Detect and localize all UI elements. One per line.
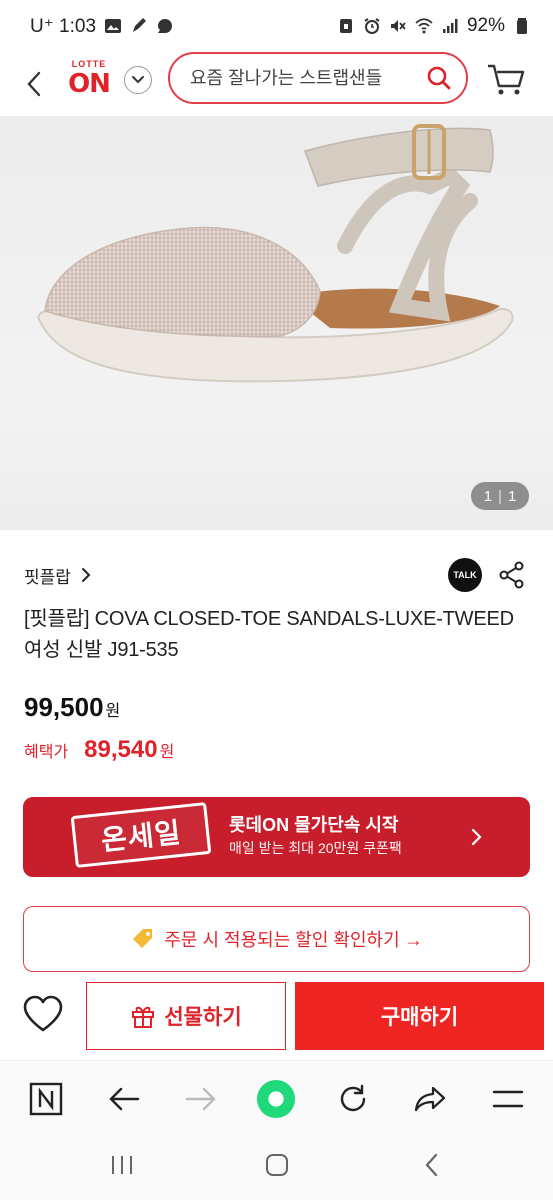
search-box[interactable] — [168, 52, 468, 104]
arrow-left-icon — [109, 1087, 140, 1111]
image-counter: 1 | 1 — [471, 482, 529, 510]
search-icon[interactable] — [426, 65, 452, 91]
chevron-left-icon — [27, 71, 41, 97]
wishlist-button[interactable] — [22, 994, 64, 1034]
recent-apps-button[interactable] — [102, 1150, 142, 1180]
product-image[interactable]: 1 | 1 — [0, 116, 553, 530]
browser-toolbar — [0, 1060, 553, 1134]
onsale-stamp: 온세일 — [70, 802, 212, 868]
share-icon — [499, 561, 524, 589]
image-counter-total: 1 — [507, 487, 517, 505]
reload-icon — [340, 1084, 366, 1112]
buy-button[interactable]: 구매하기 — [295, 982, 544, 1050]
talk-label: TALK — [453, 570, 477, 580]
heart-icon — [23, 995, 63, 1032]
chevron-down-icon — [132, 76, 144, 84]
mute-icon — [390, 20, 406, 32]
gift-icon — [132, 1006, 155, 1028]
gallery-icon — [105, 19, 122, 33]
mall-dropdown-button[interactable] — [124, 66, 152, 94]
discount-check-button[interactable]: 주문 시 적용되는 할인 확인하기 → — [23, 906, 530, 972]
system-back-icon — [425, 1153, 438, 1177]
price-tag-icon — [133, 929, 153, 948]
lock-icon — [339, 19, 352, 33]
cart-icon — [488, 64, 525, 95]
original-price: 99,500 — [24, 692, 104, 722]
promo-subtitle: 매일 받는 최대 20만원 쿠폰팩 — [229, 840, 402, 856]
home-button[interactable] — [257, 1150, 297, 1180]
home-icon — [266, 1154, 288, 1176]
reload-button[interactable] — [333, 1079, 373, 1119]
status-time: U⁺ 1:03 — [30, 15, 97, 37]
pen-icon — [133, 18, 147, 32]
chevron-right-icon — [81, 568, 91, 582]
image-counter-divider: | — [498, 487, 502, 505]
recent-apps-icon — [112, 1156, 132, 1174]
green-dot-icon — [256, 1079, 296, 1119]
discount-check-text: 주문 시 적용되는 할인 확인하기 → — [164, 930, 423, 950]
battery-icon — [517, 18, 527, 34]
browser-forward-button[interactable] — [181, 1079, 221, 1119]
browser-green-dot-button[interactable] — [256, 1079, 296, 1119]
promo-banner[interactable]: 온세일 롯데ON 물가단속 시작 매일 받는 최대 20만원 쿠폰팩 — [23, 797, 530, 877]
wifi-icon — [415, 18, 433, 34]
gift-label: 선물하기 — [164, 1006, 242, 1029]
cart-button[interactable] — [486, 62, 526, 98]
naver-n-icon — [29, 1082, 63, 1116]
share-button[interactable] — [498, 560, 526, 590]
forward-share-icon — [414, 1086, 446, 1112]
messenger-icon — [158, 19, 173, 33]
brand-row: 핏플랍 TALK — [24, 558, 529, 592]
back-button[interactable] — [18, 64, 50, 104]
benefit-label: 혜택가 — [24, 744, 69, 761]
alarm-icon — [364, 18, 380, 34]
system-back-button[interactable] — [412, 1150, 452, 1180]
system-nav-bar — [0, 1134, 553, 1200]
brand-link[interactable]: 핏플랍 — [24, 563, 91, 588]
sandal-image — [37, 124, 514, 383]
browser-share-button[interactable] — [410, 1079, 450, 1119]
logo-main-text: ON — [68, 69, 111, 99]
talk-button[interactable]: TALK — [448, 558, 482, 592]
status-bar: U⁺ 1:03 92% — [0, 0, 553, 52]
price-currency: 원 — [105, 703, 121, 720]
image-counter-current: 1 — [483, 487, 493, 505]
naver-home-button[interactable] — [26, 1079, 66, 1119]
arrow-right-icon — [185, 1087, 216, 1111]
benefit-price: 89,540 — [84, 736, 158, 763]
app-header: LOTTE ON — [0, 52, 553, 114]
hamburger-icon — [492, 1090, 524, 1108]
signal-icon — [442, 19, 458, 33]
brand-name: 핏플랍 — [24, 567, 71, 587]
benefit-price-row: 혜택가 89,540 원 — [24, 736, 174, 764]
promo-title: 롯데ON 물가단속 시작 — [229, 815, 399, 835]
chevron-right-icon — [471, 828, 482, 846]
promo-text: 롯데ON 물가단속 시작 매일 받는 최대 20만원 쿠폰팩 — [229, 813, 402, 859]
buy-label: 구매하기 — [380, 1006, 459, 1029]
gift-button[interactable]: 선물하기 — [86, 982, 286, 1050]
product-title: [핏플랍] COVA CLOSED-TOE SANDALS-LUXE-TWEED… — [24, 608, 514, 661]
battery-percent: 92% — [466, 15, 505, 36]
price-row: 99,500 원 — [24, 692, 120, 723]
lotte-on-logo[interactable]: LOTTE ON — [64, 58, 114, 104]
search-input[interactable] — [190, 67, 426, 89]
browser-back-button[interactable] — [104, 1079, 144, 1119]
browser-menu-button[interactable] — [488, 1079, 528, 1119]
benefit-currency: 원 — [159, 744, 175, 761]
bottom-action-bar: 선물하기 구매하기 — [0, 978, 553, 1056]
